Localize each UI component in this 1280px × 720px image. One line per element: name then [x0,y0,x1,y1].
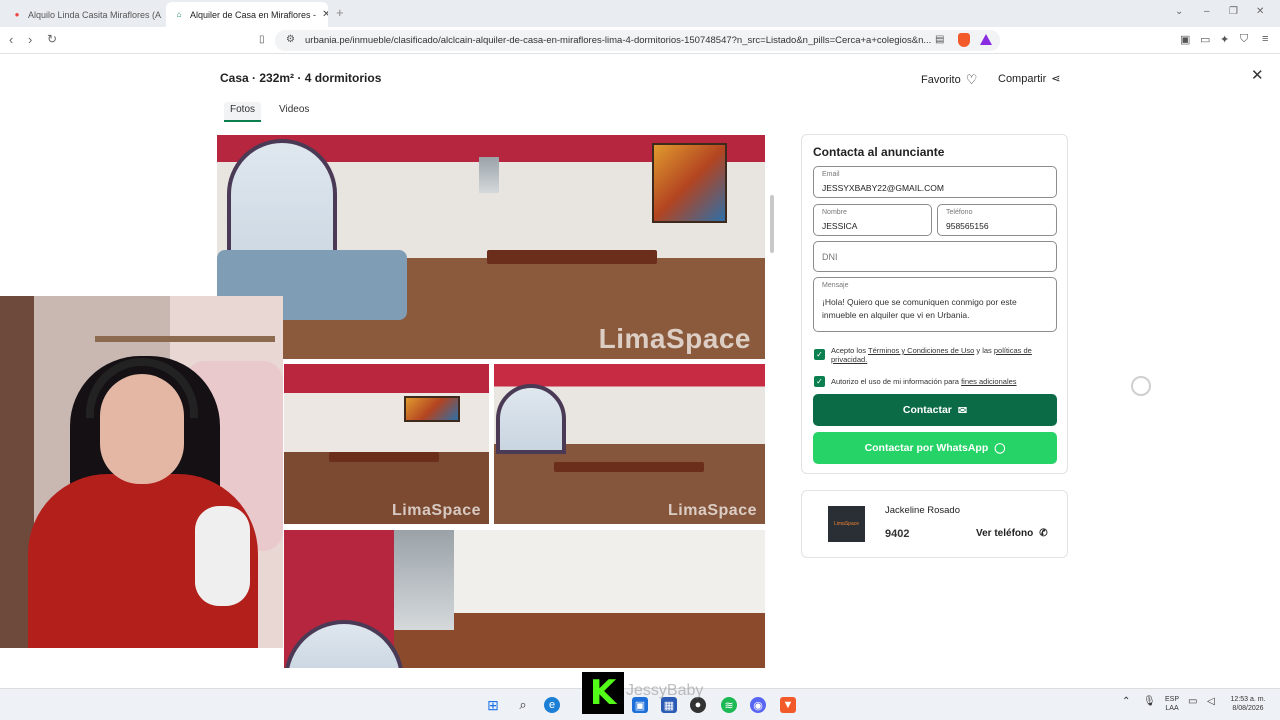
painting [404,396,460,422]
tab-alquilo-linda-casita[interactable]: ● Alquilo Linda Casita Miraflores (A. C. [4,2,162,27]
microphone-icon[interactable]: 🎙 [1143,697,1156,707]
additional-purposes-link[interactable]: fines adicionales [961,377,1016,386]
sidebar-icon[interactable]: ▣ [1180,33,1190,46]
photo-watermark: LimaSpace [392,502,481,519]
brave-rewards-icon[interactable] [980,34,992,45]
terms-text: Acepto los Términos y Condiciones de Uso… [831,346,1032,364]
agent-card: LimaSpace Jackeline Rosado 9402 Ver telé… [801,490,1068,558]
microphone [195,506,250,606]
leo-ai-icon[interactable]: ✦ [1220,33,1229,46]
restore-icon[interactable]: ❐ [1229,6,1238,17]
site-info-icon[interactable]: ⚙ [286,34,295,45]
spotify-icon[interactable]: ≋ [721,697,737,713]
consent-text: Autorizo el uso de mi información para f… [831,377,1017,386]
window-close-icon[interactable]: ✕ [1256,6,1264,17]
brave-shields-icon[interactable] [958,33,970,47]
bookmark-icon[interactable]: ▯ [259,34,265,45]
photo-dining[interactable]: LimaSpace [494,364,765,524]
clock[interactable]: 12:53 a. m. 8/08/2026 [1228,695,1268,713]
network-icon[interactable]: ▭ [1188,697,1197,707]
consent-checkbox[interactable]: ✓ [814,376,825,387]
range-hood [394,530,454,630]
dining-table [554,462,704,472]
gallery-scrollbar[interactable] [770,195,774,253]
url-field[interactable]: urbania.pe/inmueble/clasificado/alclcain… [275,30,1000,51]
shelf [95,336,275,342]
reader-mode-icon[interactable]: ▤ [935,34,944,45]
share-button[interactable]: Compartir ⋖ [998,72,1061,86]
whatsapp-icon: ◯ [994,442,1006,454]
favorite-button[interactable]: Favorito ♡ [921,72,977,88]
dni-field[interactable]: DNI [813,241,1057,272]
streamer-name: JessyBaby [626,682,704,699]
loading-spinner-icon [1131,376,1151,396]
phone-icon: ✆ [1039,528,1048,539]
close-tab-icon[interactable]: ✕ [316,9,328,20]
back-icon[interactable]: ‹ [9,32,13,47]
minimize-icon[interactable]: – [1204,6,1210,17]
house-icon: ⌂ [176,10,182,19]
screen: ● Alquilo Linda Casita Miraflores (A. C.… [0,0,1280,720]
search-icon[interactable]: ⌕ [515,697,531,713]
webcam-overlay [0,296,283,648]
kick-logo: K [582,672,624,714]
dining-table [487,250,657,264]
tab-fotos[interactable]: Fotos [224,102,262,122]
new-tab-button[interactable]: + [336,5,344,20]
discord-icon[interactable]: ◉ [750,697,766,713]
contact-form: Contacta al anunciante Email JESSYXBABY2… [801,134,1068,474]
photo-watermark: LimaSpace [668,502,757,519]
language-indicator[interactable]: ESP LAA [1165,695,1179,713]
share-icon: ⋖ [1051,73,1061,85]
whatsapp-contact-button[interactable]: Contactar por WhatsApp ◯ [813,432,1057,464]
edge-icon[interactable]: e [544,697,560,713]
close-gallery-icon[interactable]: ✕ [1251,66,1264,84]
email-field[interactable]: Email JESSYXBABY22@GMAIL.COM [813,166,1057,198]
phone-field[interactable]: Teléfono 958565156 [937,204,1057,236]
agency-logo: LimaSpace [828,506,865,542]
terms-link[interactable]: Términos y Condiciones de Uso [868,346,974,355]
browser-tab-bar: ● Alquilo Linda Casita Miraflores (A. C.… [0,0,1280,27]
heart-icon: ♡ [965,72,978,87]
forward-icon[interactable]: › [28,32,32,47]
brave-taskbar-icon[interactable]: ▼ [780,697,796,713]
location-pin-icon: ● [14,10,20,19]
page-title: Casa · 232m² · 4 dormitorios [220,71,382,85]
vpn-icon[interactable]: ⛉ [1240,33,1248,46]
media-tabs: Fotos Videos [224,102,315,122]
reload-icon[interactable]: ↻ [47,32,57,46]
tray-chevron-icon[interactable]: ⌃ [1122,697,1130,707]
arched-window [496,384,566,454]
address-bar-row: ‹ › ↻ ▯ urbania.pe/inmueble/clasificado/… [0,27,1280,54]
contact-button[interactable]: Contactar ✉ [813,394,1057,426]
tab-alquiler-casa-miraflores[interactable]: ⌂ Alquiler de Casa en Miraflores - ✕ [166,2,328,27]
agent-name: Jackeline Rosado [885,505,960,516]
mail-icon: ✉ [957,404,968,417]
phone-fade [906,525,936,543]
photo-kitchen[interactable]: LimaSpace [284,364,489,524]
terms-checkbox[interactable]: ✓ [814,349,825,360]
photo-watermark: LimaSpace [598,323,751,354]
dining-table [329,452,439,462]
main-photo[interactable]: LimaSpace [217,135,765,359]
volume-icon[interactable]: ◁ [1207,697,1215,707]
photo-kitchen-hood[interactable] [284,530,765,668]
windows-start-icon[interactable]: ⊞ [485,697,501,713]
wallet-icon[interactable]: ▭ [1200,33,1210,46]
message-field[interactable]: Mensaje ¡Hola! Quiero que se comuniquen … [813,277,1057,332]
menu-icon[interactable]: ≡ [1262,33,1268,45]
range-hood [479,157,499,193]
painting [652,143,727,223]
name-field[interactable]: Nombre JESSICA [813,204,932,236]
show-phone-button[interactable]: Ver teléfono ✆ [976,528,1048,539]
tab-videos[interactable]: Videos [273,102,315,122]
tab-search-icon[interactable]: ⌄ [1175,6,1183,17]
contact-heading: Contacta al anunciante [813,145,945,159]
